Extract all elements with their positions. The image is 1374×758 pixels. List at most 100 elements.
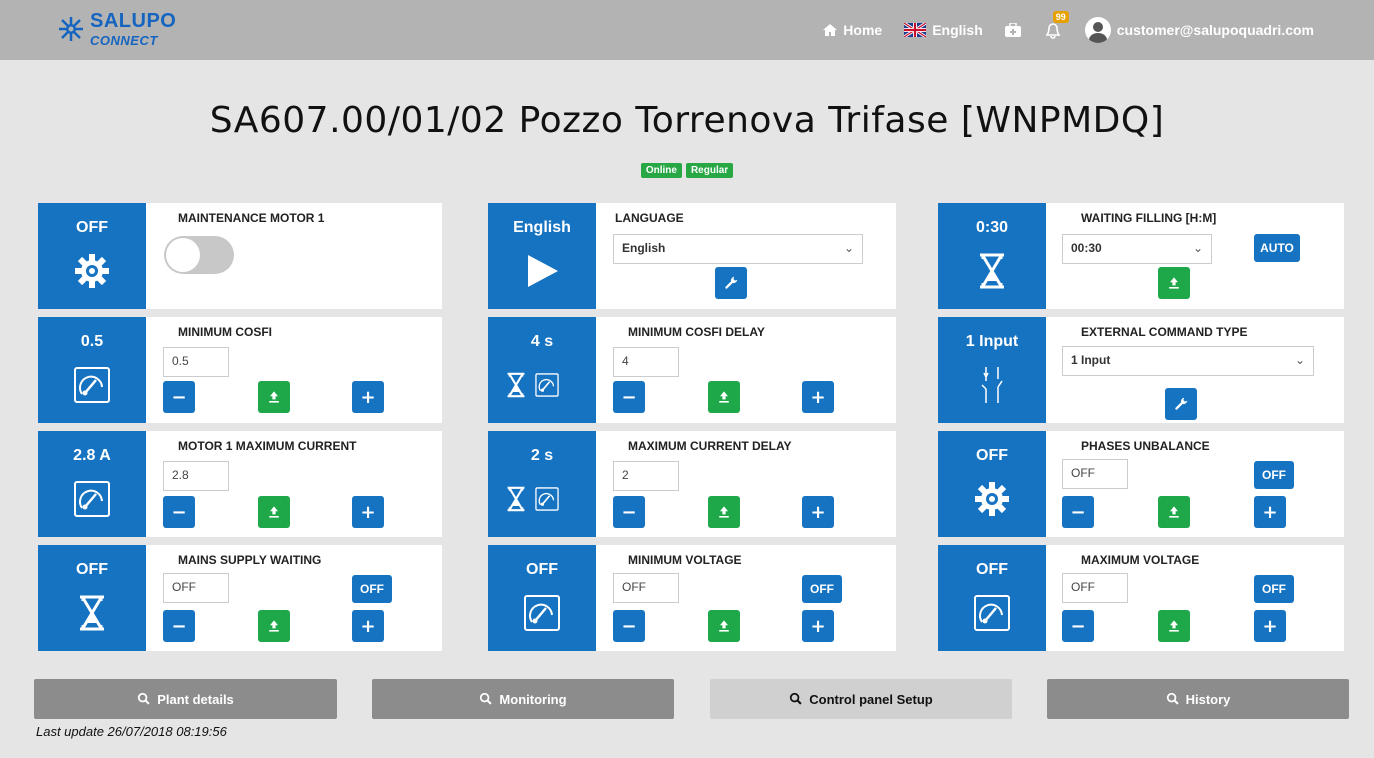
max-current-delay-input[interactable]: 2 — [613, 461, 679, 491]
upload-button[interactable] — [258, 610, 290, 642]
upload-button[interactable] — [1158, 610, 1190, 642]
nav-user[interactable]: customer@salupoquadri.com — [1084, 17, 1314, 43]
language-apply-button[interactable] — [715, 267, 747, 299]
upload-icon — [1166, 504, 1182, 520]
off-button[interactable]: OFF — [802, 575, 842, 603]
upload-button[interactable] — [708, 496, 740, 528]
plant-details-button[interactable]: Plant details — [34, 679, 337, 719]
card-value: OFF — [526, 561, 558, 578]
upload-button[interactable] — [708, 610, 740, 642]
top-navbar: SALUPO CONNECT Home English 99 customer@… — [0, 0, 1374, 60]
monitoring-button[interactable]: Monitoring — [372, 679, 674, 719]
increment-button[interactable]: + — [802, 381, 834, 413]
max-voltage-input[interactable]: OFF — [1062, 573, 1128, 603]
bell-icon — [1045, 23, 1061, 39]
card-max-current-delay: 2 s MAXIMUM CURRENT DELAY 2 − + — [488, 431, 896, 537]
nav-home-label: Home — [843, 22, 883, 38]
external-command-select[interactable]: 1 Input ⌄ — [1062, 346, 1314, 376]
motor-max-current-input[interactable]: 2.8 — [163, 461, 229, 491]
min-voltage-input[interactable]: OFF — [613, 573, 679, 603]
auto-button[interactable]: AUTO — [1254, 234, 1300, 262]
upload-icon — [1166, 618, 1182, 634]
sun-logo-icon — [59, 17, 83, 41]
switch-icon — [972, 365, 1012, 405]
card-language: English LANGUAGE English ⌄ — [488, 203, 896, 309]
increment-button[interactable]: + — [352, 610, 384, 642]
increment-button[interactable]: + — [352, 381, 384, 413]
hourglass-meter-icon — [506, 486, 559, 512]
chevron-down-icon: ⌄ — [1192, 241, 1203, 255]
hourglass-icon — [972, 251, 1012, 291]
waiting-filling-value: 00:30 — [1071, 241, 1102, 255]
off-button[interactable]: OFF — [1254, 461, 1294, 489]
logo[interactable]: SALUPO CONNECT — [58, 10, 176, 48]
maintenance-toggle[interactable] — [164, 236, 234, 274]
increment-button[interactable]: + — [1254, 610, 1286, 642]
min-cosfi-input[interactable]: 0.5 — [163, 347, 229, 377]
increment-button[interactable]: + — [802, 610, 834, 642]
off-button[interactable]: OFF — [1254, 575, 1294, 603]
status-badge-online: Online — [640, 163, 682, 178]
increment-button[interactable]: + — [1254, 496, 1286, 528]
upload-button[interactable] — [708, 381, 740, 413]
decrement-button[interactable]: − — [163, 496, 195, 528]
decrement-button[interactable]: − — [1062, 610, 1094, 642]
meter-icon — [522, 593, 562, 633]
upload-button[interactable] — [1158, 496, 1190, 528]
nav-medkit[interactable] — [1004, 23, 1021, 37]
decrement-button[interactable]: − — [1062, 496, 1094, 528]
external-command-apply-button[interactable] — [1165, 388, 1197, 420]
language-select[interactable]: English ⌄ — [613, 234, 863, 264]
upload-button[interactable] — [258, 496, 290, 528]
language-select-value: English — [622, 241, 666, 255]
home-icon — [823, 24, 838, 36]
mains-supply-input[interactable]: OFF — [163, 573, 229, 603]
control-panel-setup-button[interactable]: Control panel Setup — [710, 679, 1012, 719]
upload-button[interactable] — [1158, 267, 1190, 299]
meter-icon — [72, 479, 112, 519]
external-command-value: 1 Input — [1071, 353, 1111, 367]
increment-button[interactable]: + — [802, 496, 834, 528]
increment-button[interactable]: + — [352, 496, 384, 528]
card-value: 0.5 — [80, 333, 104, 350]
off-button[interactable]: OFF — [352, 575, 392, 603]
nav-language[interactable]: English — [904, 22, 983, 38]
min-cosfi-delay-input[interactable]: 4 — [613, 347, 679, 377]
card-value: OFF — [976, 561, 1008, 578]
nav-language-label: English — [932, 22, 983, 38]
card-label: WAITING FILLING [H:M] — [1081, 211, 1217, 225]
decrement-button[interactable]: − — [613, 496, 645, 528]
nav-home[interactable]: Home — [823, 22, 882, 38]
card-value: 2.8 A — [73, 447, 111, 464]
flag-icon — [522, 251, 562, 291]
card-value: OFF — [976, 447, 1008, 464]
gear-icon — [72, 251, 112, 291]
card-waiting-filling: 0:30 WAITING FILLING [H:M] 00:30 ⌄ AUTO — [938, 203, 1344, 309]
waiting-filling-select[interactable]: 00:30 ⌄ — [1062, 234, 1212, 264]
card-label: MINIMUM COSFI — [178, 325, 272, 339]
upload-icon — [266, 389, 282, 405]
status-badges: Online Regular — [0, 163, 1374, 178]
card-external-command: 1 Input EXTERNAL COMMAND TYPE 1 Input ⌄ — [938, 317, 1344, 423]
card-min-cosfi: 0.5 MINIMUM COSFI 0.5 − + — [38, 317, 442, 423]
upload-icon — [1166, 275, 1182, 291]
decrement-button[interactable]: − — [613, 610, 645, 642]
nav-notifications[interactable]: 99 — [1043, 11, 1069, 40]
decrement-button[interactable]: − — [163, 610, 195, 642]
gear-icon — [972, 479, 1012, 519]
phases-unbalance-input[interactable]: OFF — [1062, 459, 1128, 489]
card-value: 4 s — [530, 333, 554, 350]
decrement-button[interactable]: − — [613, 381, 645, 413]
history-button[interactable]: History — [1047, 679, 1349, 719]
plant-details-label: Plant details — [157, 691, 234, 707]
card-label: MAXIMUM VOLTAGE — [1081, 553, 1200, 567]
upload-button[interactable] — [258, 381, 290, 413]
medkit-icon — [1004, 23, 1021, 37]
decrement-button[interactable]: − — [163, 381, 195, 413]
status-badge-regular: Regular — [685, 163, 734, 178]
notification-badge: 99 — [1052, 11, 1069, 23]
search-icon — [1166, 692, 1180, 706]
card-min-cosfi-delay: 4 s MINIMUM COSFI DELAY 4 − + — [488, 317, 896, 423]
upload-icon — [266, 504, 282, 520]
card-label: MOTOR 1 MAXIMUM CURRENT — [178, 439, 357, 453]
